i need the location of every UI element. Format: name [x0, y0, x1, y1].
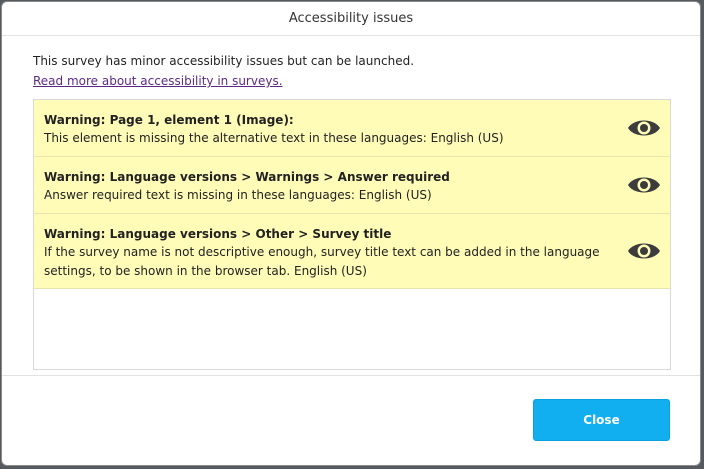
close-button[interactable]: Close — [533, 399, 670, 441]
issue-item: Warning: Language versions > Warnings > … — [34, 157, 670, 214]
dialog-footer: Close — [2, 375, 700, 465]
issue-text: This element is missing the alternative … — [44, 131, 504, 145]
accessibility-issues-dialog: Accessibility issues This survey has min… — [1, 1, 701, 466]
issue-text: If the survey name is not descriptive en… — [44, 245, 600, 278]
issue-item: Warning: Page 1, element 1 (Image): This… — [34, 100, 670, 157]
intro-text: This survey has minor accessibility issu… — [33, 54, 415, 68]
read-more-link[interactable]: Read more about accessibility in surveys… — [33, 72, 283, 90]
dialog-header: Accessibility issues — [2, 2, 700, 36]
issue-title: Warning: Language versions > Warnings > … — [44, 170, 450, 184]
issue-title: Warning: Language versions > Other > Sur… — [44, 227, 392, 241]
issue-text: Answer required text is missing in these… — [44, 188, 432, 202]
issues-list: Warning: Page 1, element 1 (Image): This… — [33, 99, 671, 370]
eye-icon[interactable] — [627, 116, 661, 140]
eye-icon[interactable] — [627, 239, 661, 263]
dialog-body: This survey has minor accessibility issu… — [2, 36, 700, 370]
issue-item: Warning: Language versions > Other > Sur… — [34, 214, 670, 289]
issue-title: Warning: Page 1, element 1 (Image): — [44, 113, 294, 127]
dialog-title: Accessibility issues — [288, 11, 414, 26]
eye-icon[interactable] — [627, 173, 661, 197]
